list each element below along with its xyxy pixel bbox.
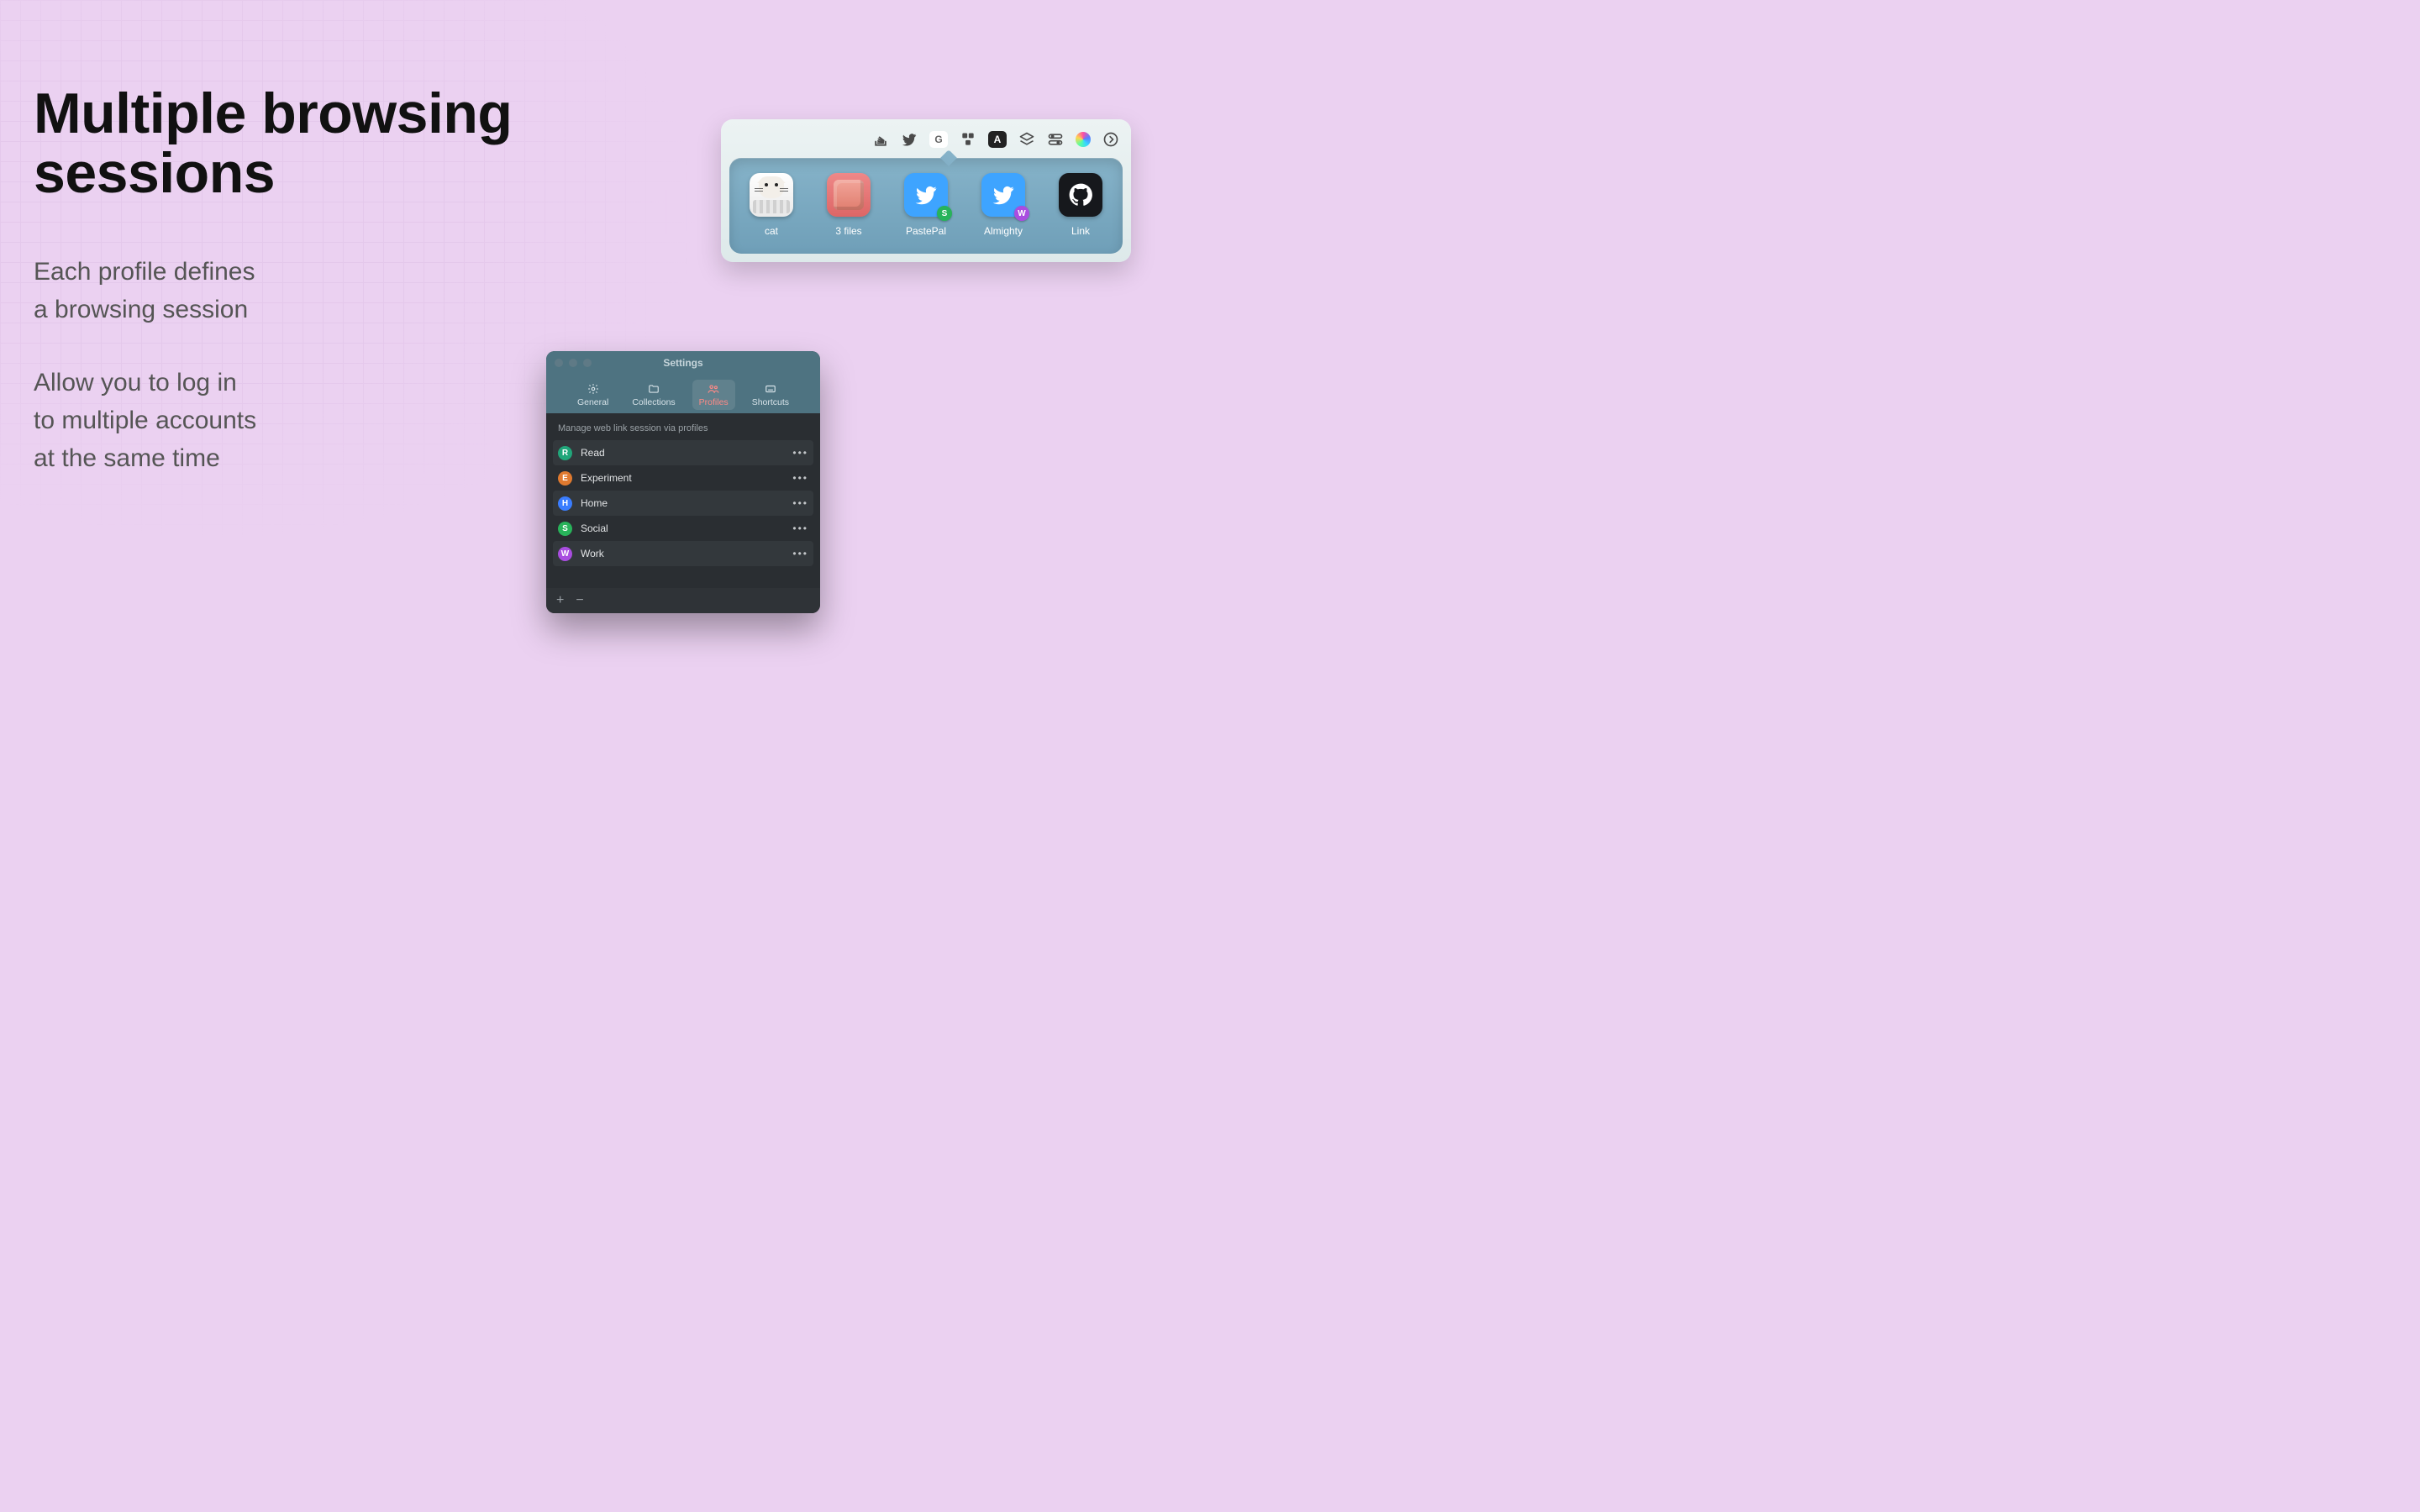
badge-s: S xyxy=(937,206,952,221)
hero-title-line2: sessions xyxy=(34,141,275,205)
popover-tile-pastepal[interactable]: S PastePal xyxy=(896,173,956,237)
google-icon[interactable]: G xyxy=(929,131,948,148)
stackoverflow-icon[interactable] xyxy=(872,131,889,148)
github-icon xyxy=(1059,173,1102,217)
tab-label: Collections xyxy=(632,397,675,407)
twitter-bird-icon: S xyxy=(904,173,948,217)
add-profile-button[interactable]: + xyxy=(556,594,564,607)
letter-a-icon[interactable]: A xyxy=(988,131,1007,148)
profile-row-read[interactable]: R Read ••• xyxy=(553,440,813,465)
profile-avatar: W xyxy=(558,547,572,561)
popover-tile-link[interactable]: Link xyxy=(1050,173,1111,237)
settings-window: Settings General Collections Profiles xyxy=(546,351,820,613)
popover-tile-almighty[interactable]: W Almighty xyxy=(973,173,1034,237)
more-icon[interactable]: ••• xyxy=(792,472,808,484)
settings-tabbar: General Collections Profiles Shortcuts xyxy=(546,380,820,410)
profile-list: R Read ••• E Experiment ••• H Home ••• S… xyxy=(546,440,820,588)
folder-icon xyxy=(827,173,871,217)
popover-tile-cat[interactable]: cat xyxy=(741,173,802,237)
tab-profiles[interactable]: Profiles xyxy=(692,380,735,410)
settings-footer: + − xyxy=(546,588,820,613)
settings-title: Settings xyxy=(546,357,820,369)
tab-label: Profiles xyxy=(699,397,729,407)
hero-copy: Multiple browsing sessions Each profile … xyxy=(34,84,571,477)
tile-label: cat xyxy=(765,225,778,237)
people-icon xyxy=(707,383,720,395)
hero-title-line1: Multiple browsing xyxy=(34,81,512,145)
cat-icon xyxy=(750,173,793,217)
profile-row-home[interactable]: H Home ••• xyxy=(553,491,813,516)
settings-titlebar: Settings General Collections Profiles xyxy=(546,351,820,413)
tile-label: Almighty xyxy=(984,225,1023,237)
profile-name: Home xyxy=(581,497,608,509)
profile-row-work[interactable]: W Work ••• xyxy=(553,541,813,566)
more-icon[interactable]: ••• xyxy=(792,497,808,509)
hero-title: Multiple browsing sessions xyxy=(34,84,571,204)
hero-paragraph-2: Allow you to log in to multiple accounts… xyxy=(34,364,571,477)
tab-general[interactable]: General xyxy=(571,380,615,410)
chevron-right-icon[interactable] xyxy=(1102,131,1119,148)
more-icon[interactable]: ••• xyxy=(792,522,808,534)
profile-name: Social xyxy=(581,522,608,534)
profile-avatar: E xyxy=(558,471,572,486)
remove-profile-button[interactable]: − xyxy=(576,594,583,607)
badge-w: W xyxy=(1014,206,1029,221)
tab-label: Shortcuts xyxy=(752,397,789,407)
hero-paragraph-1: Each profile defines a browsing session xyxy=(34,253,571,328)
keyboard-icon xyxy=(764,383,777,395)
gear-icon xyxy=(587,383,600,395)
profile-row-experiment[interactable]: E Experiment ••• xyxy=(553,465,813,491)
more-icon[interactable]: ••• xyxy=(792,548,808,559)
profile-name: Experiment xyxy=(581,472,632,484)
profile-avatar: S xyxy=(558,522,572,536)
tile-label: Link xyxy=(1071,225,1090,237)
settings-caption: Manage web link session via profiles xyxy=(546,413,820,440)
tile-label: PastePal xyxy=(906,225,946,237)
app-icon-active[interactable] xyxy=(960,131,976,148)
control-center-icon[interactable] xyxy=(1047,131,1064,148)
tab-shortcuts[interactable]: Shortcuts xyxy=(745,380,796,410)
menubar-popover-window: G A cat xyxy=(721,119,1131,262)
twitter-icon[interactable] xyxy=(901,131,918,148)
profile-avatar: R xyxy=(558,446,572,460)
layers-icon[interactable] xyxy=(1018,131,1035,148)
popover-tile-3files[interactable]: 3 files xyxy=(818,173,879,237)
profile-name: Work xyxy=(581,548,604,559)
tab-collections[interactable]: Collections xyxy=(625,380,681,410)
folder-icon xyxy=(647,383,660,395)
menubar: G A xyxy=(721,119,1131,153)
tab-label: General xyxy=(577,397,608,407)
siri-icon[interactable] xyxy=(1076,132,1091,147)
profile-row-social[interactable]: S Social ••• xyxy=(553,516,813,541)
popover: cat 3 files S PastePal W Almighty xyxy=(729,158,1123,254)
more-icon[interactable]: ••• xyxy=(792,447,808,459)
twitter-bird-icon: W xyxy=(981,173,1025,217)
profile-avatar: H xyxy=(558,496,572,511)
tile-label: 3 files xyxy=(835,225,861,237)
profile-name: Read xyxy=(581,447,605,459)
